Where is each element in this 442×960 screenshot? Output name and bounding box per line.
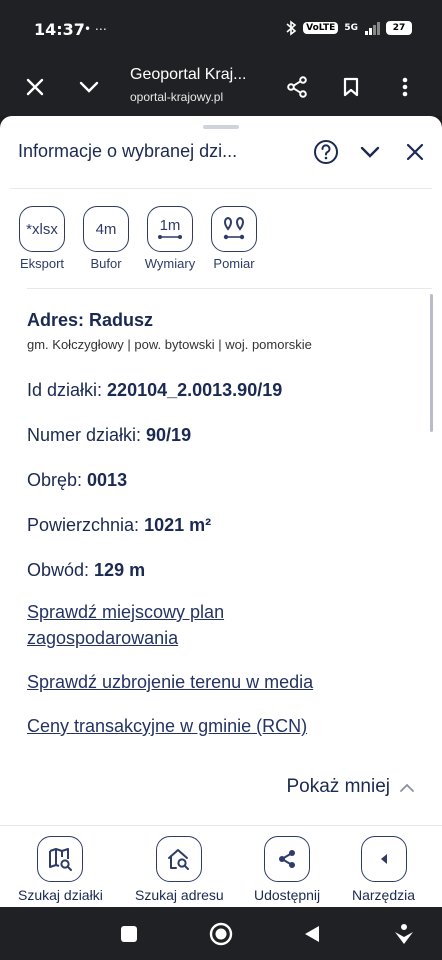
signal-icon xyxy=(365,22,380,35)
utilities-link[interactable]: Sprawdź uzbrojenie terenu w media xyxy=(27,669,417,695)
screen: 14:37 • ⋯ VoLTE 5G 27 Geoportal Kraj... … xyxy=(0,0,442,960)
parcel-info-sheet: Informacje o wybranej dzi... *xlsx Ekspo… xyxy=(0,116,442,907)
close-icon xyxy=(406,143,424,161)
detail-value: 220104_2.0013.90/19 xyxy=(107,380,283,400)
assistant-button[interactable] xyxy=(392,922,416,946)
share-icon xyxy=(287,76,307,98)
address-subtitle: gm. Kołczygłowy | pow. bytowski | woj. p… xyxy=(27,337,312,352)
page-title: Geoportal Kraj... xyxy=(130,66,247,83)
volte-badge: VoLTE xyxy=(303,22,339,34)
notification-icons: • ⋯ xyxy=(84,22,107,36)
tool-label: Pomiar xyxy=(213,256,255,271)
export-tool[interactable]: *xlsx Eksport xyxy=(18,206,66,271)
transaction-prices-link[interactable]: Ceny transakcyjne w gminie (RCN) xyxy=(27,713,417,739)
detail-row-perimeter: Obwód: 129 m xyxy=(27,560,417,581)
detail-label: Numer działki: xyxy=(27,425,147,445)
close-tab-button[interactable] xyxy=(18,70,52,104)
help-icon xyxy=(314,140,338,164)
map-search-icon xyxy=(37,836,84,882)
divider xyxy=(10,188,432,189)
close-icon xyxy=(26,78,44,96)
parcel-details: Adres: Radusz gm. Kołczygłowy | pow. byt… xyxy=(27,310,417,739)
chevron-down-icon xyxy=(79,81,99,93)
browser-toolbar: Geoportal Kraj... oportal-krajowy.pl xyxy=(0,58,442,116)
detail-label: Id działki: xyxy=(27,380,108,400)
show-less-label: Pokaż mniej xyxy=(286,776,391,797)
detail-label: Powierzchnia: xyxy=(27,515,145,535)
detail-value: 90/19 xyxy=(146,425,192,445)
detail-label: Obwód: xyxy=(27,560,95,580)
divider xyxy=(27,288,432,289)
system-navigation-bar xyxy=(0,907,442,960)
dimensions-icon: 1m xyxy=(147,206,193,252)
scrollbar-thumb[interactable] xyxy=(430,294,433,432)
drag-handle[interactable] xyxy=(203,125,239,129)
nav-label: Narzędzia xyxy=(352,887,416,903)
measure-pins-icon xyxy=(211,206,257,252)
detail-value: 1021 m² xyxy=(144,515,212,535)
tools-button[interactable]: Narzędzia xyxy=(352,836,415,903)
home-button[interactable] xyxy=(209,922,233,946)
zoning-plan-link[interactable]: Sprawdź miejscowy plan zagospodarowania xyxy=(27,599,287,651)
tool-label: Bufor xyxy=(90,256,122,271)
more-vert-icon xyxy=(402,77,408,97)
close-sheet-button[interactable] xyxy=(401,138,429,166)
detail-value: 0013 xyxy=(87,470,128,490)
detail-label: Obręb: xyxy=(27,470,88,490)
bookmark-icon xyxy=(343,77,359,97)
show-less-button[interactable]: Pokaż mniej xyxy=(287,776,415,798)
measure-tool[interactable]: Pomiar xyxy=(210,206,258,271)
nav-label: Udostępnij xyxy=(254,887,321,903)
help-button[interactable] xyxy=(312,138,340,166)
tool-label: Wymiary xyxy=(144,256,196,271)
bluetooth-icon xyxy=(286,20,297,36)
minimize-button[interactable] xyxy=(72,70,106,104)
status-time: 14:37 xyxy=(34,20,85,39)
search-address-button[interactable]: Szukaj adresu xyxy=(135,836,224,903)
network-type: 5G xyxy=(344,23,358,33)
chevron-left-icon xyxy=(360,836,407,882)
tool-label: Eksport xyxy=(19,256,65,271)
buffer-tool[interactable]: 4m Bufor xyxy=(82,206,130,271)
square-icon xyxy=(121,926,137,942)
search-parcel-button[interactable]: Szukaj działki xyxy=(18,836,103,903)
detail-row-area: Powierzchnia: 1021 m² xyxy=(27,515,417,536)
bottom-navigation: Szukaj działki Szukaj adresu Udostępnij xyxy=(0,825,442,907)
home-search-icon xyxy=(156,836,203,882)
circle-home-icon xyxy=(209,922,233,946)
tool-row: *xlsx Eksport 4m Bufor 1m Wymiary Pomiar xyxy=(18,206,258,271)
chevron-up-icon xyxy=(400,783,414,792)
nav-label: Szukaj adresu xyxy=(135,887,224,903)
chevron-down-icon xyxy=(360,146,380,158)
share-icon xyxy=(264,836,311,882)
back-triangle-icon xyxy=(305,926,319,942)
detail-row-precinct: Obręb: 0013 xyxy=(27,470,417,491)
status-right: VoLTE 5G 27 xyxy=(285,20,412,36)
detail-value: 129 m xyxy=(94,560,146,580)
back-button[interactable] xyxy=(300,922,324,946)
battery-icon: 27 xyxy=(386,21,412,35)
collapse-button[interactable] xyxy=(356,138,384,166)
status-bar: 14:37 • ⋯ VoLTE 5G 27 xyxy=(0,0,442,58)
dimensions-tool[interactable]: 1m Wymiary xyxy=(144,206,196,271)
page-url[interactable]: oportal-krajowy.pl xyxy=(130,90,223,104)
ruler-line-icon xyxy=(158,235,182,239)
buffer-icon: 4m xyxy=(83,206,129,252)
address-title: Adres: Radusz xyxy=(27,310,154,330)
export-xlsx-icon: *xlsx xyxy=(19,206,65,252)
sheet-title: Informacje o wybranej dzi... xyxy=(18,141,238,161)
bookmark-button[interactable] xyxy=(334,70,368,104)
nav-label: Szukaj działki xyxy=(18,887,103,903)
recents-button[interactable] xyxy=(117,922,141,946)
share-nav-button[interactable]: Udostępnij xyxy=(254,836,320,903)
detail-row-id: Id działki: 220104_2.0013.90/19 xyxy=(27,380,417,401)
share-button[interactable] xyxy=(280,70,314,104)
more-options-button[interactable] xyxy=(388,70,422,104)
dimensions-value: 1m xyxy=(159,217,181,234)
detail-row-number: Numer działki: 90/19 xyxy=(27,425,417,446)
assistant-icon xyxy=(395,924,413,944)
